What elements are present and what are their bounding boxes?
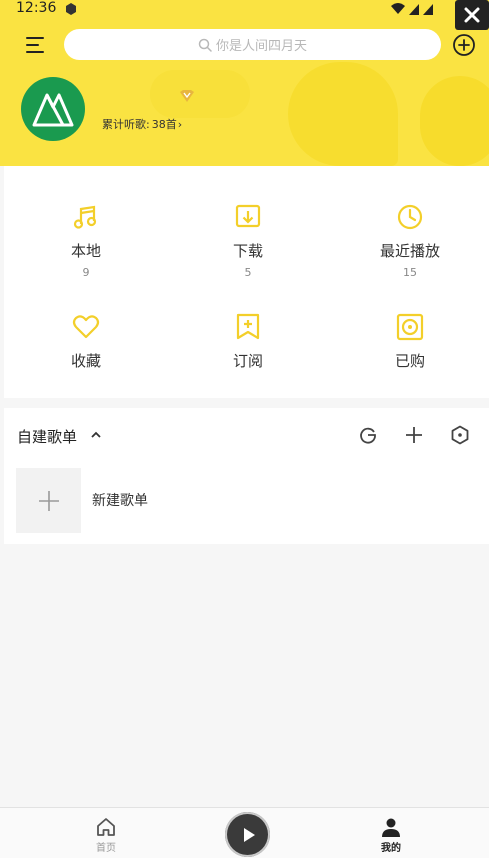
quick-item-local[interactable]: 本地 9: [21, 202, 151, 279]
app-notification-icon: [66, 3, 76, 15]
playlist-section: 自建歌单 新建歌单: [4, 408, 489, 544]
vip-badge-icon[interactable]: [179, 89, 195, 103]
heart-icon: [72, 315, 100, 339]
quick-count: 5: [244, 266, 252, 279]
search-placeholder: 你是人间四月天: [215, 39, 307, 54]
tab-mine[interactable]: 我的: [361, 816, 421, 854]
quick-label: 本地: [70, 242, 101, 260]
playlist-title: 自建歌单: [17, 428, 78, 446]
bottom-nav: 首页 我的: [0, 807, 489, 858]
add-circle-icon[interactable]: [452, 33, 476, 57]
profile-header: 12:36 你是人间四月天 累计听歌: 38首›: [0, 0, 489, 166]
quick-count: 15: [403, 266, 417, 279]
quick-access-grid: 本地 9 下载 5 最近播放 15 收藏 订阅 已购: [4, 166, 489, 398]
close-icon: [464, 7, 480, 23]
play-icon: [243, 827, 255, 842]
download-icon: [235, 204, 261, 228]
avatar[interactable]: [21, 77, 85, 141]
quick-label: 收藏: [70, 352, 101, 370]
search-icon: [198, 38, 212, 52]
plus-icon[interactable]: [404, 425, 424, 445]
now-playing-button[interactable]: [225, 812, 270, 857]
refresh-icon[interactable]: [358, 425, 378, 445]
header-decoration: [150, 70, 250, 118]
quick-item-purchased[interactable]: 已购: [345, 312, 475, 371]
new-playlist-label[interactable]: 新建歌单: [92, 490, 148, 510]
status-bar: 12:36: [0, 0, 489, 20]
settings-icon[interactable]: [450, 425, 470, 445]
clock-icon: [397, 204, 423, 230]
quick-item-subscribe[interactable]: 订阅: [183, 312, 313, 371]
user-icon: [382, 818, 400, 837]
quick-label: 最近播放: [379, 242, 440, 260]
tab-home-label: 首页: [96, 843, 116, 854]
music-note-icon: [73, 205, 97, 229]
header-decoration: [288, 62, 398, 166]
quick-label: 已购: [394, 352, 425, 370]
chevron-up-icon[interactable]: [90, 430, 102, 440]
quick-item-favorites[interactable]: 收藏: [21, 312, 151, 371]
status-time: 12:36: [16, 0, 57, 16]
listen-label: 累计听歌:: [102, 118, 150, 131]
search-input[interactable]: 你是人间四月天: [64, 29, 441, 60]
quick-count: 9: [82, 266, 90, 279]
menu-icon[interactable]: [24, 34, 46, 56]
new-playlist-button[interactable]: [16, 468, 81, 533]
chevron-right-icon: ›: [177, 118, 183, 131]
tab-home[interactable]: 首页: [76, 816, 136, 854]
home-icon: [97, 818, 115, 836]
quick-item-recent[interactable]: 最近播放 15: [345, 202, 475, 279]
purchased-disc-icon: [396, 313, 424, 341]
quick-item-download[interactable]: 下载 5: [183, 202, 313, 279]
header-decoration: [420, 76, 489, 166]
tab-mine-label: 我的: [381, 843, 401, 854]
listen-count: 38首: [151, 118, 177, 131]
signal-wifi-icon: [391, 3, 433, 15]
avatar-logo-icon: [32, 93, 74, 127]
listen-stats[interactable]: 累计听歌: 38首›: [102, 116, 182, 132]
bookmark-plus-icon: [236, 313, 260, 340]
plus-icon: [38, 490, 59, 511]
quick-label: 订阅: [232, 352, 263, 370]
close-button[interactable]: [455, 0, 489, 30]
quick-label: 下载: [232, 242, 263, 260]
